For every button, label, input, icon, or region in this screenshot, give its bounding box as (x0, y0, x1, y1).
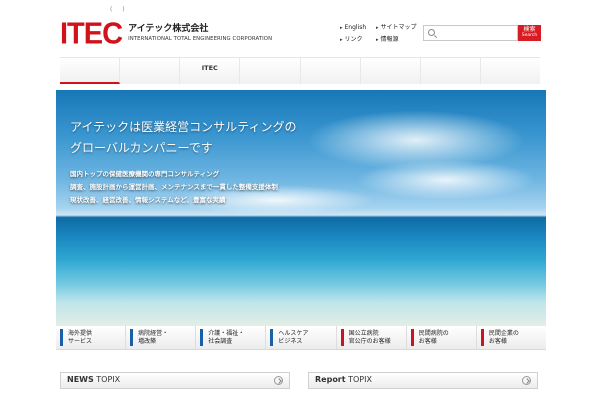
service-color-bar (130, 329, 134, 346)
arrow-right-icon: ▸ (376, 37, 379, 43)
nav-item-1[interactable] (60, 58, 121, 84)
link-sitemap-label: サイトマップ (380, 24, 417, 31)
service-overseas[interactable]: 海外提供 サービス (56, 326, 127, 349)
report-topix-header[interactable]: Report TOPIX (308, 372, 538, 389)
search-button-label-jp: 検索 (523, 26, 536, 33)
nav-item-2[interactable] (120, 58, 181, 84)
link-english-label: English (344, 24, 367, 31)
service-label: 国公立病院 官公庁のお客様 (348, 329, 391, 345)
hero-banner: アイテックは医業経営コンサルティングの グローバルカンパニーです 国内トップの保… (56, 90, 546, 326)
service-public-hospitals[interactable]: 国公立病院 官公庁のお客様 (337, 326, 407, 349)
nav-item-itec[interactable]: ITEC (180, 58, 241, 84)
top-note: ( ) (110, 6, 129, 13)
service-color-bar (200, 329, 204, 346)
nav-item-5[interactable] (300, 58, 361, 84)
search-icon (428, 29, 435, 36)
news-topix-rest: TOPIX (93, 375, 121, 384)
service-label: 海外提供 サービス (68, 329, 93, 345)
report-topix-title: Report TOPIX (315, 375, 372, 384)
nav-item-7[interactable] (420, 58, 481, 84)
hero-copy-line: 調査、施設計画から運営計画、メンテナンスまで一貫した整備支援体制 (70, 183, 278, 191)
news-topix-title: NEWS TOPIX (67, 375, 120, 384)
arrow-right-icon: ▸ (340, 25, 343, 31)
link-english[interactable]: ▸ English (340, 23, 374, 33)
utility-links: ▸ English ▸ サイトマップ ▸ リンク ▸ 情報源 (340, 23, 426, 45)
company-name-jp: アイテック株式会社 (128, 24, 209, 34)
arrow-circle-icon[interactable] (274, 376, 283, 385)
service-label: 病院経営・ 増改築 (138, 329, 169, 345)
search-input[interactable] (423, 25, 518, 41)
global-nav: ITEC (60, 57, 540, 84)
company-name-en: INTERNATIONAL TOTAL ENGINEERING CORPORAT… (128, 36, 273, 42)
link-links-label: リンク (344, 36, 363, 43)
nav-item-8[interactable] (480, 58, 540, 84)
service-label: 民間病院の お客様 (418, 329, 449, 345)
site-search: 検索 Search (423, 25, 541, 41)
logo-text: アイテック株式会社 INTERNATIONAL TOTAL ENGINEERIN… (128, 23, 272, 44)
cloud-decoration (356, 160, 536, 200)
hero-copy: 国内トップの保健医療機関の専門コンサルティング 調査、施設計画から運営計画、メン… (70, 168, 278, 207)
arrow-right-icon: ▸ (376, 25, 379, 31)
nav-item-6[interactable] (360, 58, 421, 84)
service-bar: 海外提供 サービス 病院経営・ 増改築 介護・福祉・ 社会調査 ヘルスケア ビジ… (56, 326, 546, 350)
service-label: ヘルスケア ビジネス (278, 329, 309, 345)
link-links[interactable]: ▸ リンク (340, 35, 374, 45)
hero-copy-line: 国内トップの保健医療機関の専門コンサルティング (70, 170, 220, 178)
service-label: 民間企業の お客様 (488, 329, 519, 345)
report-topix-bold: Report (315, 375, 346, 384)
hero-copy-line: 現状改善、経営改善、情報システムなど、豊富な実績 (70, 196, 226, 204)
service-hospital-management[interactable]: 病院経営・ 増改築 (126, 326, 197, 349)
logo-mark: ITEC (60, 17, 123, 51)
report-topix-rest: TOPIX (345, 375, 372, 384)
search-button[interactable]: 検索 Search (518, 25, 541, 41)
link-info-label: 情報源 (380, 36, 399, 43)
company-logo[interactable]: ITEC アイテック株式会社 INTERNATIONAL TOTAL ENGIN… (60, 17, 272, 51)
service-color-bar (480, 329, 484, 346)
service-label: 介護・福祉・ 社会調査 (208, 329, 245, 345)
service-color-bar (60, 329, 63, 346)
nav-item-4[interactable] (240, 58, 301, 84)
arrow-right-icon: ▸ (340, 37, 343, 43)
service-private-hospitals[interactable]: 民間病院の お客様 (407, 326, 477, 349)
hero-title: アイテックは医業経営コンサルティングの グローバルカンパニーです (70, 117, 296, 159)
search-button-label-en: Search (521, 33, 538, 38)
news-topix-header[interactable]: NEWS TOPIX (60, 372, 290, 389)
service-color-bar (340, 329, 344, 346)
link-sitemap[interactable]: ▸ サイトマップ (376, 23, 426, 33)
hero-title-line2: グローバルカンパニーです (70, 141, 213, 155)
service-healthcare[interactable]: ヘルスケア ビジネス (266, 326, 337, 349)
service-color-bar (410, 329, 414, 346)
link-info[interactable]: ▸ 情報源 (376, 35, 426, 45)
hero-title-line1: アイテックは医業経営コンサルティングの (70, 120, 297, 134)
service-welfare[interactable]: 介護・福祉・ 社会調査 (196, 326, 267, 349)
arrow-circle-icon[interactable] (522, 376, 531, 385)
service-private-companies[interactable]: 民間企業の お客様 (477, 326, 546, 349)
news-topix-bold: NEWS (67, 375, 94, 384)
service-color-bar (270, 329, 274, 346)
